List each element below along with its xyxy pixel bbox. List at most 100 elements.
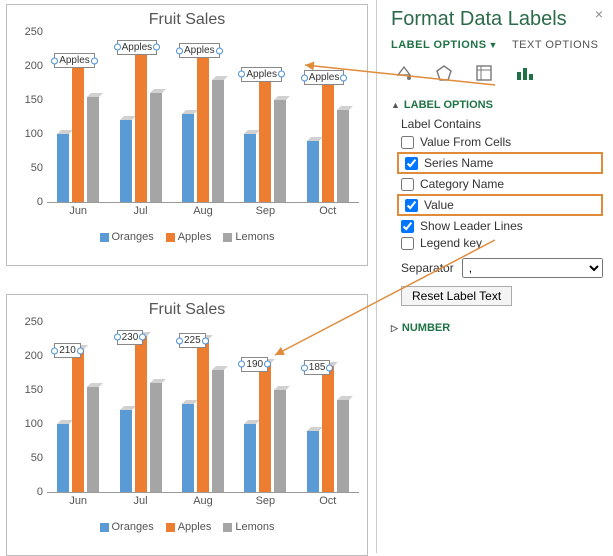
opt-legend-key[interactable]: Legend key	[401, 236, 603, 250]
bar[interactable]	[72, 349, 84, 492]
bar-group[interactable]	[300, 366, 356, 492]
bar[interactable]	[307, 141, 319, 202]
checkbox-legend-key[interactable]	[401, 237, 414, 250]
data-label[interactable]: 190	[241, 357, 268, 372]
y-tick: 150	[15, 94, 43, 106]
close-icon[interactable]: ×	[595, 6, 603, 22]
bar[interactable]	[57, 424, 69, 492]
legend[interactable]: Oranges Apples Lemons	[7, 521, 367, 533]
data-label[interactable]: 185	[304, 360, 331, 375]
bar[interactable]	[87, 387, 99, 492]
data-label[interactable]: 230	[117, 330, 144, 345]
bar[interactable]	[322, 76, 334, 202]
reset-label-text-button[interactable]: Reset Label Text	[401, 286, 512, 306]
opt-show-leader-lines[interactable]: Show Leader Lines	[401, 219, 603, 233]
x-tick: Oct	[297, 205, 359, 217]
bar[interactable]	[337, 110, 349, 202]
bar[interactable]	[182, 114, 194, 202]
legend-item[interactable]: Apples	[166, 521, 212, 533]
opt-series-name[interactable]: Series Name	[397, 152, 603, 174]
y-tick: 50	[15, 452, 43, 464]
checkbox-category-name[interactable]	[401, 178, 414, 191]
bar[interactable]	[150, 383, 162, 492]
x-tick: Jun	[47, 205, 109, 217]
bar[interactable]	[322, 366, 334, 492]
legend-item[interactable]: Lemons	[223, 231, 274, 243]
plot-area[interactable]: 250200150100500210230225190185	[47, 323, 359, 493]
bar-group[interactable]	[50, 349, 106, 492]
bar[interactable]	[135, 336, 147, 492]
fill-icon[interactable]	[391, 61, 417, 85]
data-label[interactable]: Apples	[304, 70, 345, 85]
triangle-down-icon: ▲	[391, 100, 400, 110]
bar[interactable]	[307, 431, 319, 492]
chart-title: Fruit Sales	[7, 295, 367, 323]
x-axis: JunJulAugSepOct	[47, 205, 359, 217]
opt-category-name[interactable]: Category Name	[401, 177, 603, 191]
bar-group[interactable]	[237, 73, 293, 202]
bar[interactable]	[337, 400, 349, 492]
separator-select[interactable]: ,	[462, 258, 603, 278]
data-label[interactable]: Apples	[179, 43, 220, 58]
x-tick: Aug	[172, 205, 234, 217]
bar[interactable]	[244, 134, 256, 202]
bar-group[interactable]	[113, 46, 169, 202]
bar[interactable]	[135, 46, 147, 202]
x-tick: Jun	[47, 495, 109, 507]
legend-item[interactable]: Oranges	[100, 231, 154, 243]
bar[interactable]	[212, 80, 224, 202]
checkbox-leader-lines[interactable]	[401, 220, 414, 233]
y-tick: 0	[15, 196, 43, 208]
data-label[interactable]: 210	[54, 343, 81, 358]
bar[interactable]	[57, 134, 69, 202]
panel-tabs: LABEL OPTIONS▼ TEXT OPTIONS	[391, 39, 603, 51]
size-properties-icon[interactable]	[471, 61, 497, 85]
data-label[interactable]: Apples	[117, 40, 158, 55]
bar[interactable]	[120, 120, 132, 202]
bar[interactable]	[87, 97, 99, 202]
bar-group[interactable]	[175, 339, 231, 492]
bar[interactable]	[259, 73, 271, 202]
bar-group[interactable]	[50, 59, 106, 202]
checkbox-value-from-cells[interactable]	[401, 136, 414, 149]
bar[interactable]	[150, 93, 162, 202]
legend-item[interactable]: Apples	[166, 231, 212, 243]
checkbox-value[interactable]	[405, 199, 418, 212]
legend-item[interactable]: Oranges	[100, 521, 154, 533]
legend-swatch	[166, 523, 175, 532]
bar-group[interactable]	[237, 363, 293, 492]
plot-area[interactable]: 250200150100500ApplesApplesApplesApplesA…	[47, 33, 359, 203]
opt-value-from-cells[interactable]: Value From Cells	[401, 135, 603, 149]
legend[interactable]: Oranges Apples Lemons	[7, 231, 367, 243]
bar-group[interactable]	[300, 76, 356, 202]
format-icon-row	[391, 61, 603, 85]
bar[interactable]	[197, 339, 209, 492]
bar[interactable]	[259, 363, 271, 492]
bar[interactable]	[182, 404, 194, 492]
chart-top[interactable]: Fruit Sales250200150100500ApplesApplesAp…	[6, 4, 368, 266]
bar-group[interactable]	[113, 336, 169, 492]
tab-label-options[interactable]: LABEL OPTIONS▼	[391, 39, 498, 51]
data-label[interactable]: Apples	[241, 67, 282, 82]
effects-icon[interactable]	[431, 61, 457, 85]
section-number[interactable]: ▷NUMBER	[391, 322, 603, 334]
bar[interactable]	[212, 370, 224, 492]
section-label-options[interactable]: ▲LABEL OPTIONS	[391, 99, 603, 111]
data-label[interactable]: 225	[179, 333, 206, 348]
bar[interactable]	[120, 410, 132, 492]
bar-group[interactable]	[175, 49, 231, 202]
bar[interactable]	[244, 424, 256, 492]
bar[interactable]	[197, 49, 209, 202]
bar[interactable]	[72, 59, 84, 202]
checkbox-series-name[interactable]	[405, 157, 418, 170]
label-options-icon[interactable]	[511, 61, 537, 85]
y-tick: 100	[15, 418, 43, 430]
bar[interactable]	[274, 100, 286, 202]
opt-value[interactable]: Value	[397, 194, 603, 216]
label-contains-heading: Label Contains	[401, 117, 603, 131]
bar[interactable]	[274, 390, 286, 492]
tab-text-options[interactable]: TEXT OPTIONS	[512, 39, 598, 51]
legend-item[interactable]: Lemons	[223, 521, 274, 533]
data-label[interactable]: Apples	[54, 53, 95, 68]
chart-bottom[interactable]: Fruit Sales25020015010050021023022519018…	[6, 294, 368, 556]
